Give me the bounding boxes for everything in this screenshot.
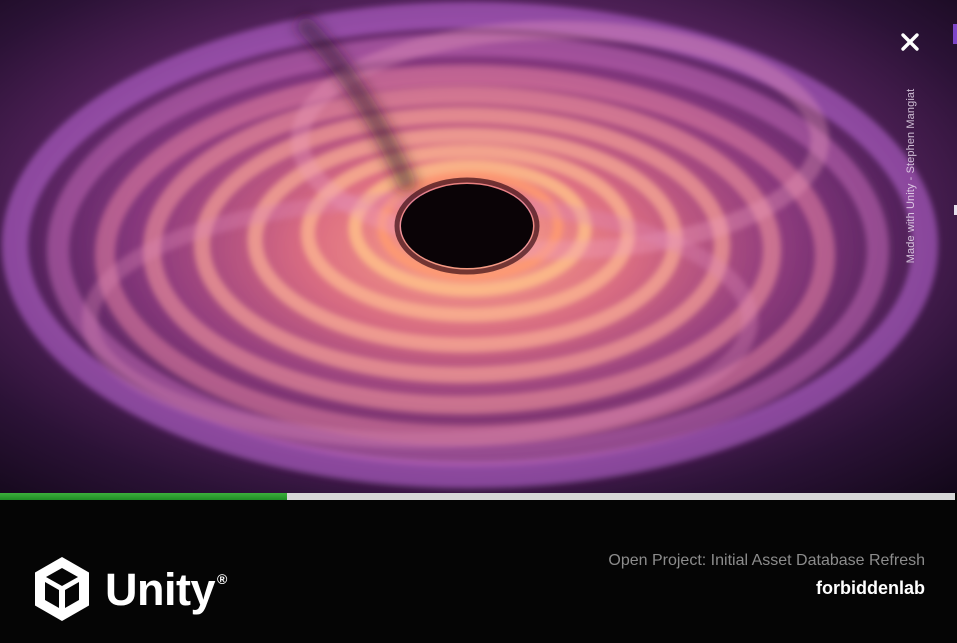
- splash-artwork: Made with Unity - Stephen Mangiat: [0, 0, 957, 493]
- unity-wordmark: Unity: [105, 563, 216, 615]
- unity-cube-icon: [35, 557, 89, 621]
- splash-footer: Unity ® Open Project: Initial Asset Data…: [0, 500, 957, 643]
- project-name: forbiddenlab: [816, 578, 925, 598]
- close-icon: [901, 33, 919, 51]
- loading-progress-fill: [0, 493, 287, 500]
- unity-splash-window: Made with Unity - Stephen Mangiat Unity …: [0, 0, 957, 643]
- loading-status-text: Open Project: Initial Asset Database Ref…: [608, 552, 925, 569]
- registered-mark: ®: [217, 571, 228, 587]
- loading-progress-bar: [0, 493, 955, 500]
- unity-logo: Unity ®: [31, 555, 227, 623]
- window-edge-accent: [953, 24, 957, 44]
- close-button[interactable]: [896, 28, 924, 56]
- black-hole-image: [0, 0, 957, 493]
- artwork-credit: Made with Unity - Stephen Mangiat: [905, 88, 917, 264]
